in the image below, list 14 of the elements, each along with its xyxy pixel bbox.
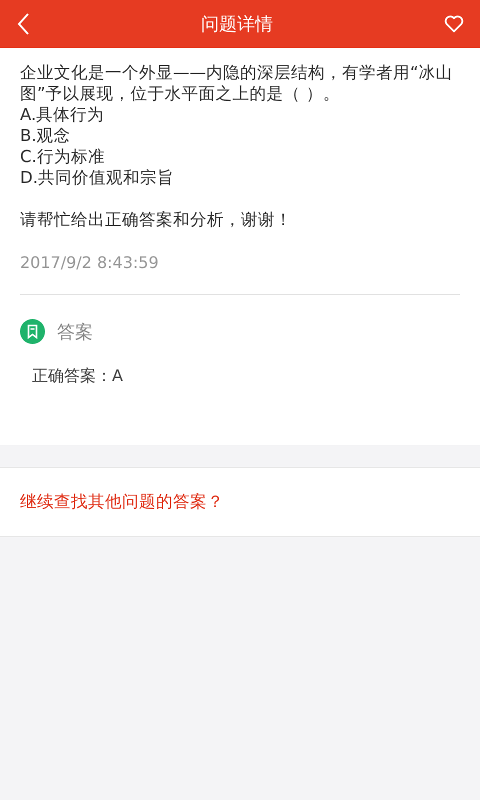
request-text: 请帮忙给出正确答案和分析，谢谢！ (20, 209, 293, 230)
option-text: C.行为标准 (20, 146, 106, 167)
answer-heading: 答案 (57, 320, 93, 344)
heart-icon[interactable] (444, 15, 464, 33)
answer-text: 正确答案：A (32, 366, 124, 387)
bookmark-icon (20, 319, 45, 344)
option-text: A.具体行为 (20, 104, 106, 125)
timestamp: 2017/9/2 8:43:59 (20, 253, 460, 295)
option-text: B.观念 (20, 125, 72, 146)
question-text: 企业文化是一个外显——内隐的深层结构，有学者用“冰山图”予以展现，位于水平面之上的是（ ）。 (20, 62, 454, 104)
more-answers-link[interactable]: 继续查找其他问题的答案？ (20, 491, 224, 513)
back-icon[interactable] (16, 12, 30, 36)
option-text: D.共同价值观和宗旨 (20, 167, 175, 188)
page-title: 问题详情 (201, 13, 273, 36)
